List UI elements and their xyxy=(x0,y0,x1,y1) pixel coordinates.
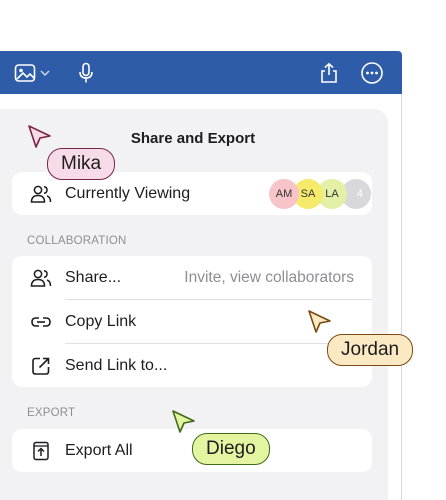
section-heading-collaboration: COLLABORATION xyxy=(27,235,127,247)
cursor-arrow-icon xyxy=(28,125,51,148)
send-link-label: Send Link to... xyxy=(65,356,168,374)
share-subtitle: Invite, view collaborators xyxy=(184,268,354,286)
collaborator-tag-diego: Diego xyxy=(192,433,270,465)
cursor-arrow-icon xyxy=(308,310,331,333)
cursor-arrow-icon xyxy=(172,410,195,433)
viewer-avatars[interactable]: 4 LA SA AM xyxy=(269,179,371,209)
send-link-row[interactable]: Send Link to... xyxy=(12,344,372,387)
microphone-icon[interactable] xyxy=(73,60,99,86)
avatar: AM xyxy=(269,179,299,209)
popover-title: Share and Export xyxy=(130,130,256,147)
collaborator-tag-mika: Mika xyxy=(47,148,116,180)
window-edge xyxy=(401,94,402,500)
export-icon xyxy=(30,440,52,462)
more-icon[interactable] xyxy=(359,60,385,86)
people-icon xyxy=(30,267,52,289)
toolbar xyxy=(0,51,402,94)
share-icon[interactable] xyxy=(316,60,342,86)
share-label: Share... xyxy=(65,268,122,286)
copy-link-label: Copy Link xyxy=(65,312,137,330)
share-row[interactable]: Share... Invite, view collaborators xyxy=(12,256,372,299)
people-icon xyxy=(30,183,52,205)
chevron-down-icon[interactable] xyxy=(38,60,52,86)
link-icon xyxy=(30,311,52,333)
image-icon[interactable] xyxy=(12,60,38,86)
export-all-label: Export All xyxy=(65,441,133,459)
section-heading-export: EXPORT xyxy=(27,407,76,419)
send-link-icon xyxy=(30,355,52,377)
collaborator-tag-jordan: Jordan xyxy=(327,334,414,366)
currently-viewing-label: Currently Viewing xyxy=(65,184,191,202)
